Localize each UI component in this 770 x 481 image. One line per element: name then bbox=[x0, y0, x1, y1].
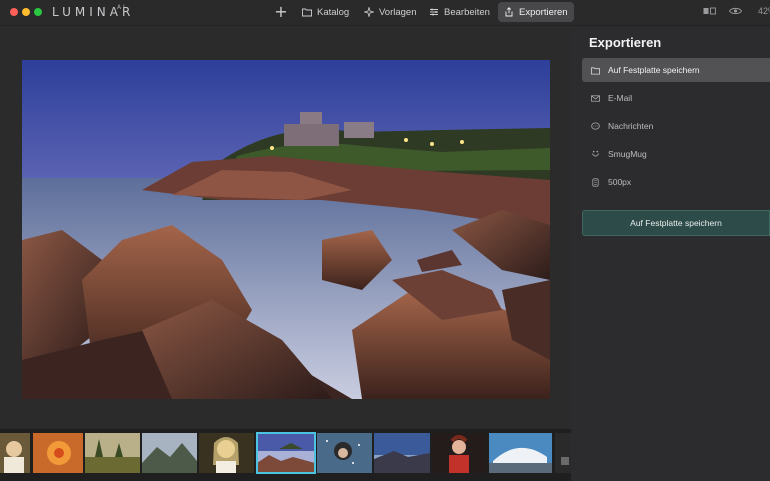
partial-thumb-image bbox=[555, 433, 571, 473]
portrait-thumb-image bbox=[0, 433, 30, 473]
option-email[interactable]: E-Mail bbox=[582, 86, 770, 110]
option-messages[interactable]: Nachrichten bbox=[582, 114, 770, 138]
plus-icon: + bbox=[274, 2, 288, 21]
500px-icon bbox=[592, 177, 599, 187]
sparkle-icon bbox=[364, 7, 374, 17]
eye-icon[interactable] bbox=[729, 6, 742, 16]
message-icon bbox=[591, 121, 600, 130]
coast-thumb-image bbox=[374, 433, 430, 473]
filmstrip-thumb[interactable] bbox=[317, 433, 372, 473]
filmstrip-thumb[interactable] bbox=[489, 433, 552, 473]
filmstrip-thumb-selected[interactable] bbox=[256, 432, 316, 474]
filmstrip-thumb[interactable] bbox=[85, 433, 140, 473]
snow-portrait-thumb-image bbox=[317, 433, 372, 473]
filmstrip-thumb[interactable] bbox=[33, 433, 83, 473]
mail-icon bbox=[591, 94, 600, 102]
share-icon bbox=[505, 7, 513, 17]
mountain-thumb-image bbox=[142, 433, 197, 473]
folder-icon bbox=[302, 8, 312, 17]
zoom-level[interactable]: 42% bbox=[758, 6, 770, 16]
option-500px-label: 500px bbox=[608, 177, 632, 187]
close-window-button[interactable] bbox=[10, 8, 18, 16]
folder-icon bbox=[591, 66, 600, 75]
tab-katalog[interactable]: Katalog bbox=[296, 2, 355, 22]
filmstrip-thumb[interactable] bbox=[432, 433, 487, 473]
filmstrip-thumb[interactable] bbox=[0, 433, 30, 473]
panel-title: Exportieren bbox=[589, 35, 662, 50]
filmstrip-thumb[interactable] bbox=[199, 433, 254, 473]
tab-vorlagen-label: Vorlagen bbox=[379, 6, 417, 18]
option-500px[interactable]: 500px bbox=[582, 170, 770, 194]
minimize-window-button[interactable] bbox=[22, 8, 30, 16]
option-smugmug-label: SmugMug bbox=[608, 149, 647, 159]
landscape-thumb-image bbox=[85, 433, 140, 473]
architecture-thumb-image bbox=[489, 433, 552, 473]
flower-thumb-image bbox=[33, 433, 83, 473]
option-save-to-disk-label: Auf Festplatte speichern bbox=[608, 65, 700, 75]
child-portrait-thumb-image bbox=[432, 433, 487, 473]
portrait-blonde-thumb-image bbox=[199, 433, 254, 473]
filmstrip-thumb[interactable] bbox=[374, 433, 430, 473]
main-photo bbox=[22, 60, 550, 399]
title-bar: LUMINAR A I + Katalog Vorlagen Bearbeite… bbox=[0, 0, 770, 26]
app-logo-superscript: A I bbox=[117, 4, 125, 11]
image-canvas bbox=[0, 27, 571, 429]
compare-view-icon[interactable] bbox=[703, 6, 717, 16]
save-to-disk-button[interactable]: Auf Festplatte speichern bbox=[582, 210, 770, 236]
tab-exportieren[interactable]: Exportieren bbox=[498, 2, 574, 22]
tab-katalog-label: Katalog bbox=[317, 6, 350, 18]
option-save-to-disk[interactable]: Auf Festplatte speichern bbox=[582, 58, 770, 82]
export-panel: Exportieren Auf Festplatte speichern E-M… bbox=[571, 27, 770, 481]
option-messages-label: Nachrichten bbox=[608, 121, 654, 131]
filmstrip-thumb[interactable] bbox=[555, 433, 571, 473]
smugmug-icon bbox=[592, 150, 599, 156]
fullscreen-window-button[interactable] bbox=[34, 8, 42, 16]
filmstrip-thumb[interactable] bbox=[142, 433, 197, 473]
tab-bearbeiten[interactable]: Bearbeiten bbox=[423, 2, 496, 22]
option-smugmug[interactable]: SmugMug bbox=[582, 142, 770, 166]
tab-exportieren-label: Exportieren bbox=[519, 6, 568, 18]
seascape-thumb-image bbox=[257, 433, 315, 473]
option-email-label: E-Mail bbox=[608, 93, 633, 103]
sliders-icon bbox=[430, 8, 438, 16]
tab-bearbeiten-label: Bearbeiten bbox=[444, 6, 490, 18]
add-photos-button[interactable]: + bbox=[272, 3, 290, 21]
seascape-photo bbox=[22, 60, 550, 399]
filmstrip bbox=[0, 429, 571, 481]
tab-vorlagen[interactable]: Vorlagen bbox=[358, 2, 423, 22]
